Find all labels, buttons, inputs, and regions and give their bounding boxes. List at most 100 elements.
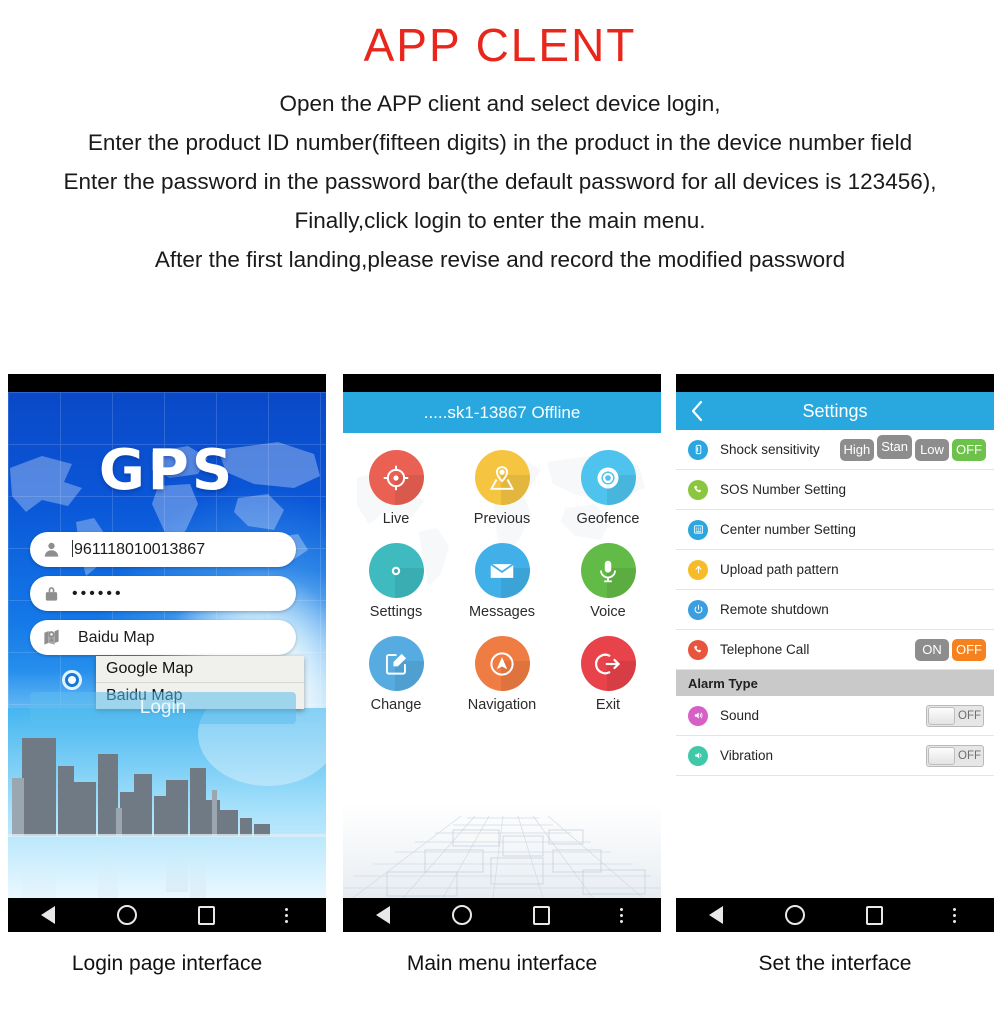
- menu-item-label: Exit: [595, 697, 621, 713]
- menu-item-label: Change: [370, 697, 422, 713]
- settings-row-label: Telephone Call: [720, 642, 810, 657]
- menu-item-label: Previous: [473, 511, 531, 527]
- gps-logo: GPS: [98, 438, 236, 503]
- status-bar: [343, 374, 661, 392]
- remember-radio[interactable]: [62, 670, 82, 690]
- shock-icon: [688, 439, 708, 460]
- status-bar: [676, 374, 994, 392]
- settings-row-remote-shutdown[interactable]: Remote shutdown: [676, 590, 994, 630]
- caption-main-menu: Main menu interface: [406, 952, 598, 975]
- gear-icon: [368, 543, 424, 598]
- map-pin-icon: [474, 450, 530, 505]
- city-skyline-graphic: [8, 708, 326, 898]
- back-button[interactable]: [358, 898, 408, 932]
- screenshot-panels: GPS 961118010013867 •••••• Baidu Map Goo…: [0, 374, 1000, 932]
- toggle-knob: [928, 746, 955, 765]
- main-menu-background: .....sk1-13867 Offline Live Previous Geo…: [343, 392, 661, 898]
- status-bar: [8, 374, 326, 392]
- perspective-grid-graphic: [343, 738, 661, 898]
- settings-screen-panel: Settings Shock sensitivity High Stan Low…: [676, 374, 994, 932]
- recents-button[interactable]: [850, 898, 900, 932]
- dropdown-option-google-map[interactable]: Google Map: [96, 656, 304, 683]
- menu-item-messages[interactable]: Messages: [449, 543, 555, 620]
- phone-sos-icon: [688, 479, 708, 500]
- user-icon: [30, 540, 72, 559]
- shock-sensitivity-segmented-control[interactable]: High Stan Low OFF: [839, 434, 986, 462]
- settings-header: Settings: [676, 392, 994, 430]
- android-nav-bar: [343, 898, 661, 932]
- home-button[interactable]: [102, 898, 152, 932]
- menu-item-change[interactable]: Change: [343, 636, 449, 713]
- password-field[interactable]: ••••••: [30, 576, 296, 611]
- settings-title: Settings: [802, 400, 868, 421]
- vibration-icon: [688, 745, 708, 766]
- menu-item-label: Navigation: [467, 697, 537, 713]
- settings-row-telephone-call[interactable]: Telephone Call ON OFF: [676, 630, 994, 670]
- toggle-state-label: OFF: [958, 749, 981, 762]
- device-id-value: 961118010013867: [72, 540, 205, 559]
- login-screen-panel: GPS 961118010013867 •••••• Baidu Map Goo…: [8, 374, 326, 932]
- shock-option-low[interactable]: Low: [915, 438, 949, 461]
- intro-line-2: Enter the product ID number(fifteen digi…: [87, 130, 913, 155]
- settings-row-sound[interactable]: Sound OFF: [676, 696, 994, 736]
- menu-item-live[interactable]: Live: [343, 450, 449, 527]
- back-button[interactable]: [691, 898, 741, 932]
- settings-background: Settings Shock sensitivity High Stan Low…: [676, 392, 994, 898]
- intro-text: Open the APP client and select device lo…: [0, 84, 1000, 279]
- keypad-icon: [688, 519, 708, 540]
- exit-icon: [580, 636, 636, 691]
- edit-icon: [368, 636, 424, 691]
- geofence-icon: [580, 450, 636, 505]
- device-id-field[interactable]: 961118010013867: [30, 532, 296, 567]
- settings-row-label: Shock sensitivity: [720, 442, 820, 457]
- vibration-toggle[interactable]: OFF: [926, 744, 984, 767]
- menu-item-label: Voice: [590, 604, 626, 620]
- menu-item-geofence[interactable]: Geofence: [555, 450, 661, 527]
- menu-item-settings[interactable]: Settings: [343, 543, 449, 620]
- main-menu-panel: .....sk1-13867 Offline Live Previous Geo…: [343, 374, 661, 932]
- shock-option-off[interactable]: OFF: [952, 438, 986, 461]
- menu-item-voice[interactable]: Voice: [555, 543, 661, 620]
- toggle-knob: [928, 706, 955, 725]
- telephone-option-off[interactable]: OFF: [952, 638, 986, 661]
- chevron-left-icon[interactable]: [690, 400, 704, 427]
- settings-row-label: Upload path pattern: [720, 562, 839, 577]
- navigate-icon: [474, 636, 530, 691]
- telephone-call-segmented-control[interactable]: ON OFF: [915, 638, 986, 661]
- settings-row-upload-path[interactable]: Upload path pattern: [676, 550, 994, 590]
- settings-row-shock-sensitivity[interactable]: Shock sensitivity High Stan Low OFF: [676, 430, 994, 470]
- sound-toggle[interactable]: OFF: [926, 704, 984, 727]
- intro-line-3: Enter the password in the password bar(t…: [63, 169, 937, 194]
- menu-overflow-icon[interactable]: [261, 898, 311, 932]
- map-select-value: Baidu Map: [78, 628, 155, 646]
- map-select-field[interactable]: Baidu Map: [30, 620, 296, 655]
- shock-option-stan[interactable]: Stan: [877, 434, 912, 459]
- map-pin-icon: [30, 628, 72, 647]
- menu-overflow-icon[interactable]: [596, 898, 646, 932]
- menu-item-label: Live: [382, 511, 410, 527]
- menu-item-label: Settings: [369, 604, 423, 620]
- home-button[interactable]: [770, 898, 820, 932]
- shock-option-high[interactable]: High: [839, 438, 875, 461]
- back-button[interactable]: [23, 898, 73, 932]
- home-button[interactable]: [437, 898, 487, 932]
- menu-item-navigation[interactable]: Navigation: [449, 636, 555, 713]
- alarm-type-section-header: Alarm Type: [676, 670, 994, 696]
- page-title: APP CLENT: [363, 19, 637, 71]
- recents-button[interactable]: [182, 898, 232, 932]
- login-button[interactable]: Login: [30, 692, 296, 724]
- settings-row-center-number[interactable]: Center number Setting: [676, 510, 994, 550]
- intro-line-5: After the first landing,please revise an…: [154, 247, 846, 272]
- menu-item-exit[interactable]: Exit: [555, 636, 661, 713]
- toggle-state-label: OFF: [958, 709, 981, 722]
- menu-overflow-icon[interactable]: [929, 898, 979, 932]
- password-value: ••••••: [72, 584, 124, 602]
- recents-button[interactable]: [517, 898, 567, 932]
- android-nav-bar: [676, 898, 994, 932]
- menu-item-previous[interactable]: Previous: [449, 450, 555, 527]
- telephone-option-on[interactable]: ON: [915, 638, 949, 661]
- android-nav-bar: [8, 898, 326, 932]
- settings-row-sos-number[interactable]: SOS Number Setting: [676, 470, 994, 510]
- settings-row-vibration[interactable]: Vibration OFF: [676, 736, 994, 776]
- settings-row-label: Sound: [720, 708, 760, 723]
